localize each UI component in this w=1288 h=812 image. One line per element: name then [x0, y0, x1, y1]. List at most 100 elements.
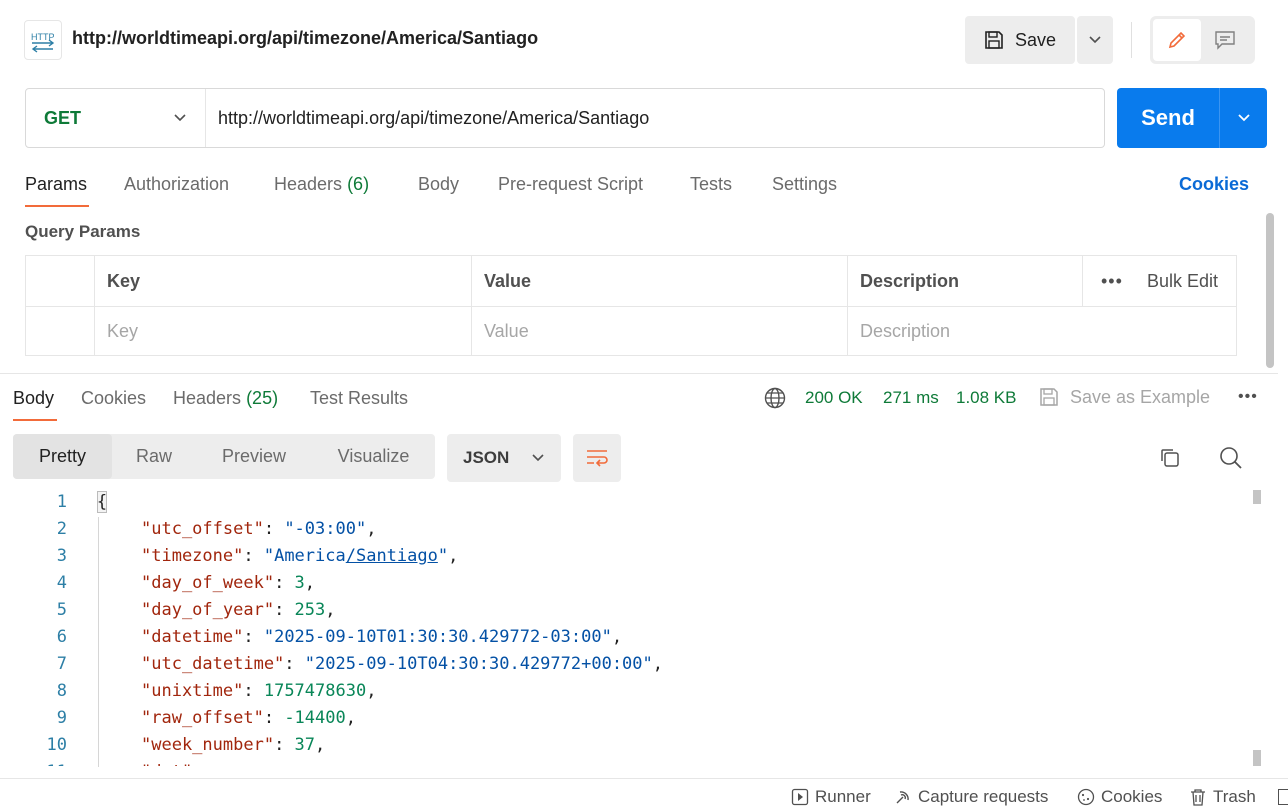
tab-authorization[interactable]: Authorization — [124, 174, 229, 195]
comment-mode-button[interactable] — [1201, 19, 1249, 61]
response-size[interactable]: 1.08 KB — [956, 388, 1017, 408]
search-icon[interactable] — [1218, 445, 1244, 476]
scrollbar[interactable] — [1266, 213, 1274, 368]
send-dropdown-button[interactable] — [1219, 88, 1267, 148]
json-key: "day_of_week" — [141, 572, 275, 593]
runner-label: Runner — [815, 787, 871, 806]
more-icon[interactable]: ••• — [1101, 271, 1123, 292]
response-body-code[interactable]: 1{2 "utc_offset": "-03:00", 3 "timezone": "… — [0, 488, 1250, 766]
code-scrollbar-bottom[interactable] — [1253, 750, 1261, 766]
json-comma: , — [325, 599, 336, 620]
table-header-row: Key Value Description ••• Bulk Edit — [26, 256, 1236, 306]
save-dropdown-button[interactable] — [1077, 16, 1113, 64]
view-mode-group: Pretty Raw Preview Visualize — [13, 434, 435, 479]
json-comma: , — [345, 707, 356, 728]
view-preview[interactable]: Preview — [196, 434, 312, 479]
bulk-edit-cell: ••• Bulk Edit — [1082, 256, 1236, 306]
code-line: 2 "utc_offset": "-03:00", — [0, 515, 1250, 542]
line-number: 4 — [56, 572, 67, 593]
line-number: 8 — [56, 680, 67, 701]
cookies-footer-button[interactable]: Cookies — [1077, 787, 1162, 807]
copy-icon[interactable] — [1158, 446, 1182, 475]
json-colon: : — [274, 572, 295, 593]
code-scrollbar-top[interactable] — [1253, 490, 1261, 504]
edit-mode-button[interactable] — [1153, 19, 1201, 61]
line-number: 5 — [56, 599, 67, 620]
url-input[interactable]: http://worldtimeapi.org/api/timezone/Ame… — [206, 108, 649, 129]
trash-button[interactable]: Trash — [1189, 787, 1256, 807]
json-value: "-03:00" — [284, 518, 367, 539]
json-colon: : — [192, 762, 212, 767]
json-colon: : — [284, 653, 305, 674]
json-entry: "datetime": "2025-09-10T01:30:30.429772-… — [141, 627, 622, 647]
response-tab-body[interactable]: Body — [13, 388, 54, 409]
view-visualize[interactable]: Visualize — [312, 434, 435, 479]
description-input[interactable]: Description — [847, 307, 1236, 356]
panel-toggle-icon[interactable] — [1278, 789, 1288, 805]
response-time[interactable]: 271 ms — [883, 388, 939, 408]
send-button[interactable]: Send — [1117, 88, 1219, 148]
json-value: 37 — [294, 734, 316, 755]
query-params-title: Query Params — [25, 222, 141, 241]
code-line: 10 "week_number": 37, — [0, 731, 1250, 758]
more-icon[interactable]: ••• — [1238, 388, 1258, 406]
chevron-down-icon — [532, 454, 544, 462]
tab-headers-count: (6) — [347, 174, 370, 194]
json-value: "2025-09-10T01:30:30.429772-03:00" — [263, 626, 612, 647]
runner-button[interactable]: Runner — [791, 787, 871, 807]
capture-requests-button[interactable]: Capture requests — [894, 787, 1048, 807]
save-as-example-button[interactable]: Save as Example — [1038, 386, 1210, 408]
json-value[interactable]: "America/Santiago" — [264, 546, 448, 566]
code-line: 8 "unixtime": 1757478630, — [0, 677, 1250, 704]
line-number: 3 — [56, 545, 67, 566]
json-colon: : — [274, 734, 295, 755]
column-value: Value — [471, 256, 847, 306]
request-title[interactable]: http://worldtimeapi.org/api/timezone/Ame… — [72, 28, 538, 49]
json-entry: "utc_offset": "-03:00", — [141, 519, 376, 539]
json-key: "unixtime" — [141, 680, 244, 701]
wrap-lines-button[interactable] — [573, 434, 621, 482]
line-number: 6 — [56, 626, 67, 647]
format-select-label: JSON — [463, 448, 510, 467]
line-number: 7 — [56, 653, 67, 674]
divider — [1131, 22, 1132, 58]
tab-params[interactable]: Params — [25, 174, 87, 195]
bulk-edit-button[interactable]: Bulk Edit — [1147, 271, 1218, 292]
tab-headers[interactable]: Headers (6) — [274, 174, 369, 195]
capture-requests-label: Capture requests — [918, 787, 1049, 806]
chevron-down-icon — [1089, 36, 1101, 44]
cookies-link[interactable]: Cookies — [1179, 174, 1249, 195]
view-raw[interactable]: Raw — [112, 434, 196, 479]
globe-icon[interactable] — [763, 386, 787, 415]
play-icon — [791, 788, 809, 806]
line-number: 11 — [0, 762, 67, 767]
pane-divider[interactable] — [0, 373, 1278, 374]
response-tab-test-results[interactable]: Test Results — [310, 388, 408, 409]
column-key: Key — [94, 256, 471, 306]
cookies-footer-label: Cookies — [1101, 787, 1163, 806]
http-badge-text: HTTP — [31, 32, 55, 42]
format-select[interactable]: JSON — [447, 434, 561, 482]
code-line: 11 "dst": — [0, 758, 1250, 767]
code-line: 9 "raw_offset": -14400, — [0, 704, 1250, 731]
method-select[interactable]: GET — [26, 89, 206, 147]
code-line: 5 "day_of_year": 253, — [0, 596, 1250, 623]
response-tab-headers-label: Headers — [173, 388, 242, 408]
tab-body[interactable]: Body — [418, 174, 459, 195]
json-comma: , — [304, 572, 316, 593]
json-key: "datetime" — [141, 626, 244, 647]
value-input[interactable]: Value — [471, 307, 847, 356]
response-tab-headers[interactable]: Headers (25) — [173, 388, 278, 409]
json-entry: "utc_datetime": "2025-09-10T04:30:30.429… — [141, 654, 663, 674]
response-tab-cookies[interactable]: Cookies — [81, 388, 146, 409]
json-key: "week_number" — [141, 734, 275, 755]
line-number: 1 — [56, 491, 67, 512]
key-input[interactable]: Key — [94, 307, 471, 356]
status-code[interactable]: 200 OK — [805, 388, 863, 408]
tab-tests[interactable]: Tests — [690, 174, 732, 195]
tab-settings[interactable]: Settings — [772, 174, 837, 195]
view-pretty[interactable]: Pretty — [13, 434, 112, 479]
save-button[interactable]: Save — [965, 16, 1075, 64]
tab-pre-request-script[interactable]: Pre-request Script — [498, 174, 643, 195]
save-label: Save — [1015, 29, 1057, 50]
